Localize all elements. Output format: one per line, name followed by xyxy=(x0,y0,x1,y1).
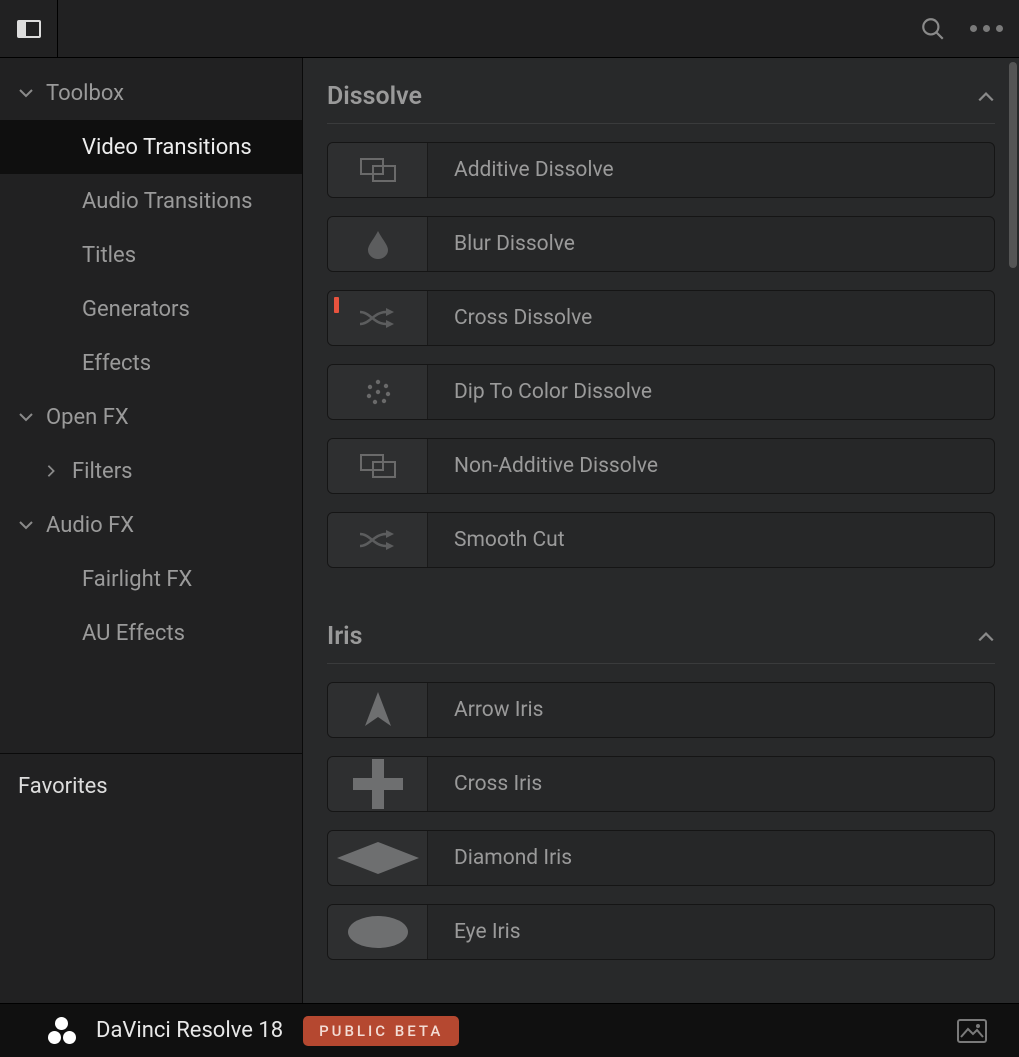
effect-cross-dissolve[interactable]: Cross Dissolve xyxy=(327,290,995,346)
drop-icon xyxy=(328,217,428,271)
bottom-bar: DaVinci Resolve 18 PUBLIC BETA xyxy=(0,1003,1019,1057)
more-options-icon[interactable] xyxy=(970,25,1003,32)
chevron-down-icon xyxy=(18,517,46,533)
sidebar-item-label: AU Effects xyxy=(82,621,185,646)
sidebar-item-audio-transitions[interactable]: Audio Transitions xyxy=(0,174,302,228)
effect-list-dissolve: Additive Dissolve Blur Dissolve xyxy=(327,142,995,568)
davinci-logo-icon xyxy=(48,1017,76,1045)
beta-badge: PUBLIC BETA xyxy=(303,1016,459,1046)
chevron-down-icon xyxy=(18,409,46,425)
cross-arrows-icon xyxy=(328,291,428,345)
sidebar-item-label: Generators xyxy=(82,297,190,322)
effect-blur-dissolve[interactable]: Blur Dissolve xyxy=(327,216,995,272)
effect-diamond-iris[interactable]: Diamond Iris xyxy=(327,830,995,886)
sidebar-node-label: Audio FX xyxy=(46,513,134,538)
effect-label: Blur Dissolve xyxy=(428,217,994,271)
panel-toggle-icon[interactable] xyxy=(17,20,41,38)
chevron-up-icon xyxy=(977,88,995,106)
sidebar-item-label: Fairlight FX xyxy=(82,567,192,592)
sidebar-node-audiofx[interactable]: Audio FX xyxy=(0,498,302,552)
toolbar-right-group xyxy=(920,16,1019,42)
app-root: Toolbox Video Transitions Audio Transiti… xyxy=(0,0,1019,1057)
effect-dip-to-color-dissolve[interactable]: Dip To Color Dissolve xyxy=(327,364,995,420)
panel-toggle-container xyxy=(0,0,58,57)
sidebar-item-video-transitions[interactable]: Video Transitions xyxy=(0,120,302,174)
effect-additive-dissolve[interactable]: Additive Dissolve xyxy=(327,142,995,198)
cross-shape-icon xyxy=(328,757,428,811)
effect-label: Cross Dissolve xyxy=(428,291,994,345)
sidebar-node-label: Toolbox xyxy=(46,81,124,106)
sidebar-item-label: Audio Transitions xyxy=(82,189,252,214)
effect-non-additive-dissolve[interactable]: Non-Additive Dissolve xyxy=(327,438,995,494)
chevron-right-icon xyxy=(44,464,72,478)
effect-label: Non-Additive Dissolve xyxy=(428,439,994,493)
sidebar-node-label: Open FX xyxy=(46,405,129,430)
favorites-panel[interactable]: Favorites xyxy=(0,753,302,1003)
content-split: Toolbox Video Transitions Audio Transiti… xyxy=(0,58,1019,1003)
effect-label: Cross Iris xyxy=(428,757,994,811)
diamond-shape-icon xyxy=(328,831,428,885)
sidebar-item-label: Titles xyxy=(82,243,136,268)
chevron-down-icon xyxy=(18,85,46,101)
sidebar-item-label: Effects xyxy=(82,351,151,376)
search-icon[interactable] xyxy=(920,16,946,42)
effect-label: Eye Iris xyxy=(428,905,994,959)
effect-label: Smooth Cut xyxy=(428,513,994,567)
arrow-shape-icon xyxy=(328,683,428,737)
effect-label: Additive Dissolve xyxy=(428,143,994,197)
app-name: DaVinci Resolve 18 xyxy=(96,1018,283,1043)
overlap-rects-icon xyxy=(328,143,428,197)
sidebar-item-label: Video Transitions xyxy=(82,135,252,160)
sidebar-node-openfx[interactable]: Open FX xyxy=(0,390,302,444)
sidebar-item-titles[interactable]: Titles xyxy=(0,228,302,282)
sidebar: Toolbox Video Transitions Audio Transiti… xyxy=(0,58,303,1003)
sidebar-tree: Toolbox Video Transitions Audio Transiti… xyxy=(0,58,302,753)
section-title: Dissolve xyxy=(327,82,422,111)
effect-arrow-iris[interactable]: Arrow Iris xyxy=(327,682,995,738)
sidebar-item-effects[interactable]: Effects xyxy=(0,336,302,390)
effect-label: Dip To Color Dissolve xyxy=(428,365,994,419)
media-page-icon[interactable] xyxy=(957,1019,987,1043)
effect-label: Arrow Iris xyxy=(428,683,994,737)
sidebar-item-filters[interactable]: Filters xyxy=(0,444,302,498)
section-header-dissolve[interactable]: Dissolve xyxy=(327,72,995,124)
effect-label: Diamond Iris xyxy=(428,831,994,885)
sidebar-item-fairlight-fx[interactable]: Fairlight FX xyxy=(0,552,302,606)
section-title: Iris xyxy=(327,622,363,651)
cross-arrows-icon xyxy=(328,513,428,567)
effect-cross-iris[interactable]: Cross Iris xyxy=(327,756,995,812)
overlap-rects-icon xyxy=(328,439,428,493)
dots-circle-icon xyxy=(328,365,428,419)
effect-list-iris: Arrow Iris Cross Iris xyxy=(327,682,995,960)
chevron-up-icon xyxy=(977,628,995,646)
sidebar-node-toolbox[interactable]: Toolbox xyxy=(0,66,302,120)
scrollbar-thumb[interactable] xyxy=(1009,62,1017,268)
section-header-iris[interactable]: Iris xyxy=(327,612,995,664)
sidebar-item-au-effects[interactable]: AU Effects xyxy=(0,606,302,660)
eye-shape-icon xyxy=(328,905,428,959)
sidebar-item-label: Filters xyxy=(72,459,133,484)
effects-panel: Dissolve Additive Dissolve xyxy=(303,58,1019,1003)
top-toolbar xyxy=(0,0,1019,58)
effects-scroll-area: Dissolve Additive Dissolve xyxy=(303,58,1019,1003)
effect-smooth-cut[interactable]: Smooth Cut xyxy=(327,512,995,568)
effect-eye-iris[interactable]: Eye Iris xyxy=(327,904,995,960)
favorites-label: Favorites xyxy=(18,774,108,799)
sidebar-item-generators[interactable]: Generators xyxy=(0,282,302,336)
